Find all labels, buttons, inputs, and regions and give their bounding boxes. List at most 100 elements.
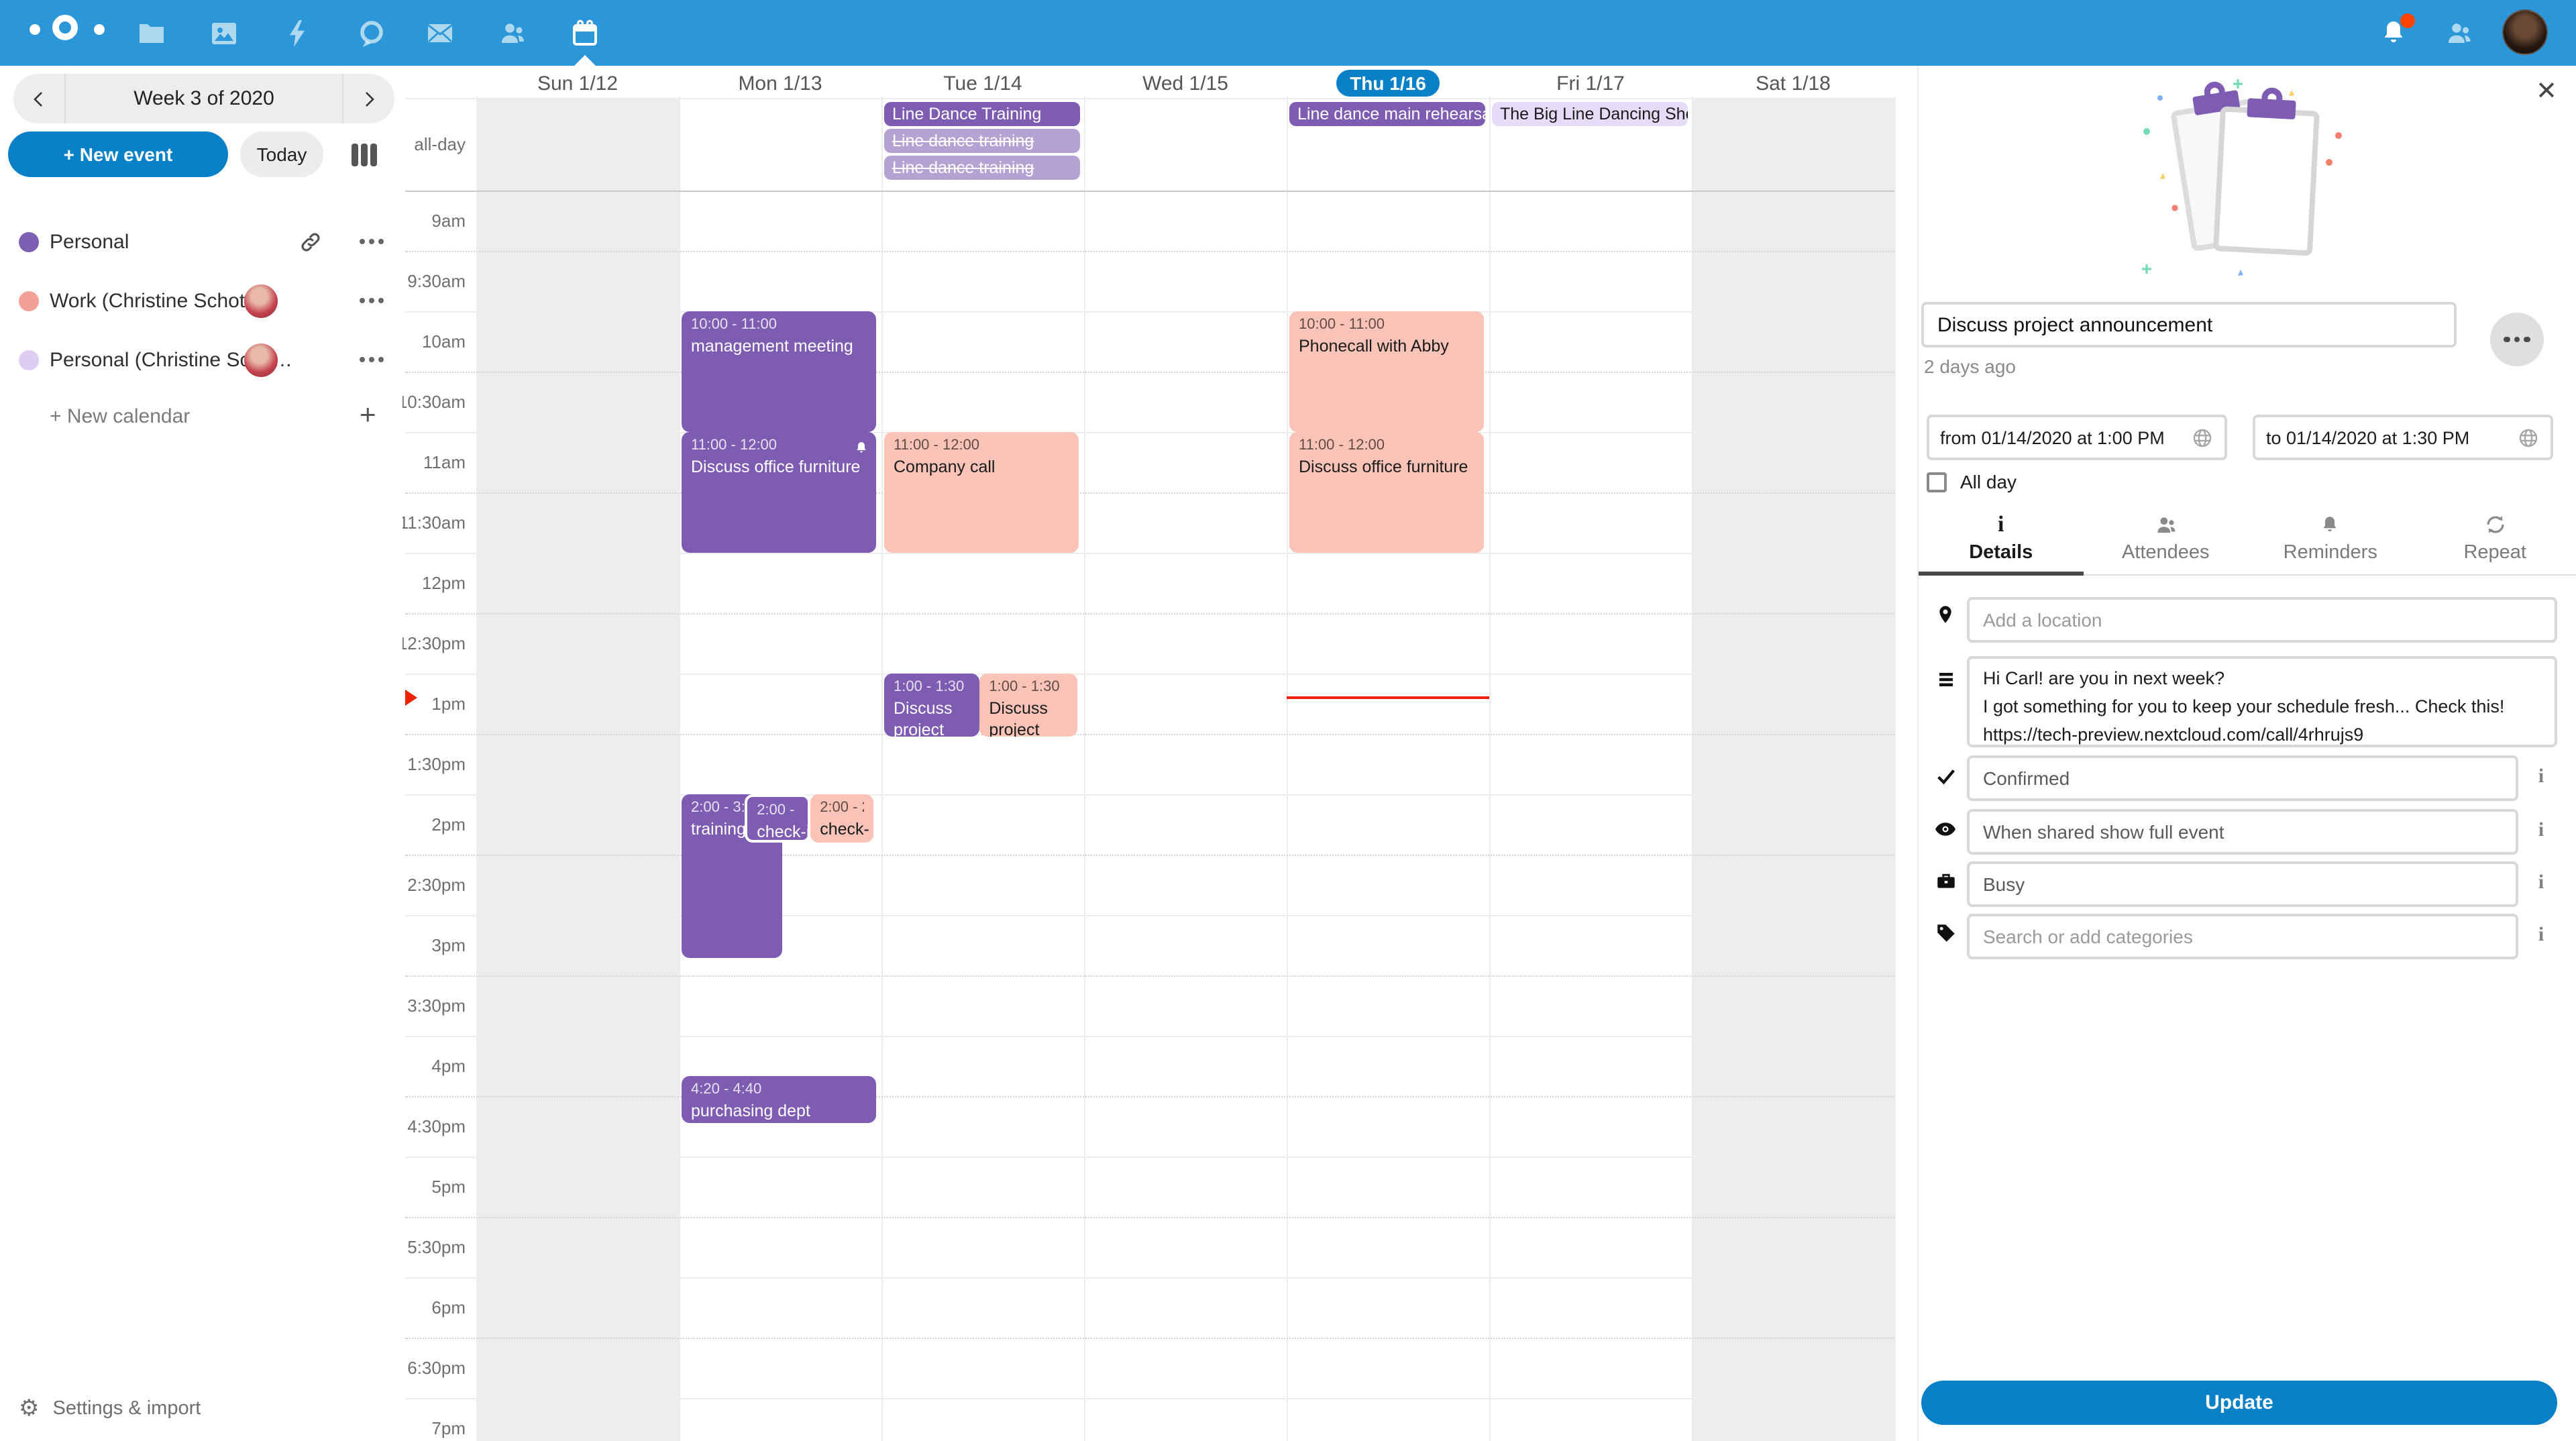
today-button[interactable]: Today [240, 131, 323, 177]
week-label[interactable]: Week 3 of 2020 [64, 74, 343, 123]
grid-line [405, 1096, 1894, 1098]
visibility-select[interactable]: When shared show full event [1967, 809, 2518, 855]
all-day-event[interactable]: Line Dance Training [884, 102, 1080, 126]
gear-icon: ⚙ [19, 1395, 40, 1422]
calendar-event[interactable]: 1:00 - 1:30Discuss project [979, 674, 1077, 737]
calendar-menu-icon[interactable] [360, 298, 384, 303]
categories-input[interactable] [1967, 914, 2518, 959]
update-button[interactable]: Update [1921, 1381, 2557, 1425]
calendar-event[interactable]: 4:20 - 4:40purchasing dept [682, 1075, 876, 1122]
timezone-globe-icon[interactable] [2191, 426, 2214, 449]
share-link-icon[interactable] [298, 229, 323, 262]
event-editor-panel: ✕ [1917, 66, 2576, 1441]
calendar-event[interactable]: 10:00 - 11:00Phonecall with Abby [1289, 311, 1484, 432]
tab-details[interactable]: i Details [1919, 509, 2084, 574]
tab-repeat[interactable]: Repeat [2413, 509, 2576, 574]
event-reminder-bell-icon [853, 439, 869, 463]
calendar-icon[interactable] [562, 11, 608, 56]
sidebar-calendar-item[interactable]: Work (Christine Schott) [0, 271, 402, 330]
location-input[interactable] [1967, 597, 2557, 643]
status-select[interactable]: Confirmed [1967, 755, 2518, 801]
calendar-event[interactable]: 10:00 - 11:00management meeting [682, 311, 876, 432]
calendar-color-dot [19, 231, 39, 252]
day-header[interactable]: Fri 1/17 [1489, 68, 1692, 98]
event-title-input[interactable] [1921, 302, 2457, 348]
start-datetime-picker[interactable]: from 01/14/2020 at 1:00 PM [1927, 415, 2227, 460]
freebusy-select[interactable]: Busy [1967, 861, 2518, 907]
calendar-sidebar: Week 3 of 2020 + New event Today Persona… [0, 66, 402, 1441]
previous-week-button[interactable] [13, 74, 64, 123]
checkbox-unchecked[interactable] [1927, 472, 1947, 492]
event-title: check-in [757, 821, 798, 843]
categories-info-icon[interactable]: i [2530, 924, 2552, 947]
status-value: Confirmed [1983, 767, 2070, 789]
files-icon[interactable] [129, 11, 174, 56]
all-day-event[interactable]: Line dance main rehearsal [1289, 102, 1485, 126]
all-day-event[interactable]: Line dance training [884, 156, 1080, 180]
event-time: 11:00 - 12:00 [894, 436, 1069, 456]
tab-attendees[interactable]: Attendees [2084, 509, 2249, 574]
event-time: 2:00 - 2:20 [757, 801, 798, 821]
grid-line [405, 492, 1894, 494]
day-header[interactable]: Wed 1/15 [1084, 68, 1287, 98]
grid-line [405, 372, 1894, 373]
calendar-menu-icon[interactable] [360, 239, 384, 244]
day-header[interactable]: Thu 1/16 [1287, 68, 1489, 98]
calendar-event[interactable]: 11:00 - 12:00Discuss office furniture [1289, 432, 1484, 553]
contacts-icon[interactable] [490, 11, 535, 56]
grid-line [1287, 97, 1288, 1441]
freebusy-value: Busy [1983, 873, 2025, 895]
grid-line [1489, 97, 1491, 1441]
freebusy-info-icon[interactable]: i [2530, 872, 2552, 895]
activity-icon[interactable] [275, 11, 321, 56]
week-view-toggle-icon[interactable] [352, 144, 377, 166]
mail-icon[interactable] [417, 11, 463, 56]
sidebar-calendar-item[interactable]: Personal [0, 212, 402, 271]
calendar-event[interactable]: 1:00 - 1:30Discuss project announcement [884, 674, 979, 737]
new-event-button[interactable]: + New event [8, 131, 228, 177]
photos-icon[interactable] [201, 11, 247, 56]
weekend-shade [1692, 98, 1894, 1441]
talk-icon[interactable] [349, 11, 394, 56]
end-datetime-value: to 01/14/2020 at 1:30 PM [2266, 427, 2517, 447]
event-time: 10:00 - 11:00 [1299, 315, 1474, 335]
sidebar-calendar-item[interactable]: Personal (Christine Scho… [0, 330, 402, 389]
user-avatar[interactable] [2502, 9, 2548, 55]
timezone-globe-icon[interactable] [2517, 426, 2540, 449]
all-day-event[interactable]: Line dance training [884, 129, 1080, 153]
current-time-arrow [405, 690, 417, 706]
event-title: management meeting [691, 335, 867, 357]
settings-import-button[interactable]: ⚙ Settings & import [19, 1395, 201, 1422]
info-icon: i [1998, 513, 2004, 537]
all-day-checkbox[interactable]: All day [1927, 471, 2017, 492]
close-icon[interactable]: ✕ [2536, 76, 2557, 107]
end-datetime-picker[interactable]: to 01/14/2020 at 1:30 PM [2253, 415, 2553, 460]
all-day-event[interactable]: The Big Line Dancing Show [1492, 102, 1688, 126]
calendar-color-dot [19, 350, 39, 370]
shared-by-avatar [244, 284, 278, 317]
new-calendar-button[interactable]: + New calendar + [0, 389, 402, 448]
new-calendar-label: + New calendar [50, 405, 190, 428]
event-actions-menu-button[interactable] [2490, 313, 2544, 366]
status-info-icon[interactable]: i [2530, 766, 2552, 789]
plus-icon: + [360, 400, 376, 432]
day-header[interactable]: Tue 1/14 [881, 68, 1084, 98]
tab-reminders[interactable]: Reminders [2248, 509, 2413, 574]
day-header[interactable]: Mon 1/13 [679, 68, 881, 98]
calendar-event[interactable]: 11:00 - 12:00Discuss office furniture [682, 432, 876, 553]
calendar-event[interactable]: 2:00 - 2:20check-in [810, 794, 873, 843]
visibility-eye-icon [1932, 817, 1959, 841]
visibility-info-icon[interactable]: i [2530, 820, 2552, 843]
calendar-menu-icon[interactable] [360, 357, 384, 362]
nextcloud-logo[interactable] [30, 15, 123, 51]
event-title: Discuss project announcement [894, 698, 970, 737]
next-week-button[interactable] [343, 74, 394, 123]
notifications-bell-icon[interactable] [2371, 11, 2416, 56]
calendar-event[interactable]: 11:00 - 12:00Company call [884, 432, 1079, 553]
calendar-event[interactable]: 2:00 - 2:20check-in [745, 794, 810, 843]
grid-line [405, 915, 1894, 916]
description-textarea[interactable]: Hi Carl! are you in next week? I got som… [1967, 656, 2557, 747]
contacts-menu-icon[interactable] [2436, 11, 2482, 56]
day-header[interactable]: Sun 1/12 [476, 68, 679, 98]
day-header[interactable]: Sat 1/18 [1692, 68, 1894, 98]
